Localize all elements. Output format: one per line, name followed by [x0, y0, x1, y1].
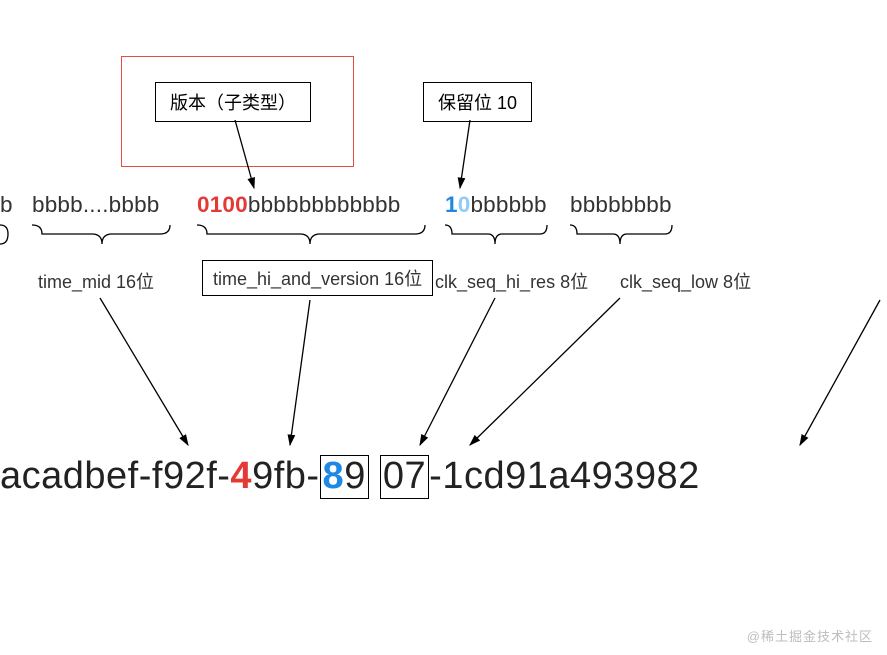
field-clk-seq-hi-res: clk_seq_hi_res 8位 [435, 268, 588, 294]
callout-version-label: 版本（子类型） [155, 82, 311, 122]
uuid-p0: acadbef-f92f- [0, 455, 230, 497]
bits-seg-leading-b: b [0, 192, 13, 218]
field-clk-seq-low: clk_seq_low 8位 [620, 268, 751, 294]
uuid-clk-hi-box: 89 [320, 455, 369, 499]
uuid-8: 8 [323, 455, 345, 497]
watermark: @稀土掘金技术社区 [747, 626, 873, 645]
bits-seg0: b [0, 192, 13, 217]
bits-hiver-suffix: bbbbbbbbbbbb [248, 192, 401, 217]
bits-seg-clk-low: bbbbbbbb [570, 192, 672, 218]
uuid-node: 1cd91a493982 [442, 455, 699, 497]
bits-clkhi-0: 0 [458, 192, 471, 217]
uuid-9: 9 [344, 455, 366, 497]
field-time-hi-version: time_hi_and_version 16位 [202, 260, 433, 296]
bits-hiver-prefix: 0100 [197, 192, 248, 217]
bits-clkhi-suffix: bbbbbb [470, 192, 546, 217]
callout-reserved-label: 保留位 10 [423, 82, 532, 122]
bits-clkhi-1: 1 [445, 192, 458, 217]
uuid-gap [369, 455, 380, 497]
uuid-dash: - [429, 455, 442, 497]
uuid-p1-rest: 9fb- [252, 455, 319, 497]
bits-seg-hi-version: 0100bbbbbbbbbbbb [197, 192, 400, 218]
uuid-clk-low-box: 07 [380, 455, 429, 499]
uuid-version-digit: 4 [230, 455, 252, 497]
field-time-mid: time_mid 16位 [38, 268, 154, 294]
uuid-output: acadbef-f92f-49fb-89 07-1cd91a493982 [0, 455, 700, 499]
bits-seg-time-mid: bbbb....bbbb [32, 192, 160, 218]
bits-seg-clk-hi: 10bbbbbb [445, 192, 547, 218]
